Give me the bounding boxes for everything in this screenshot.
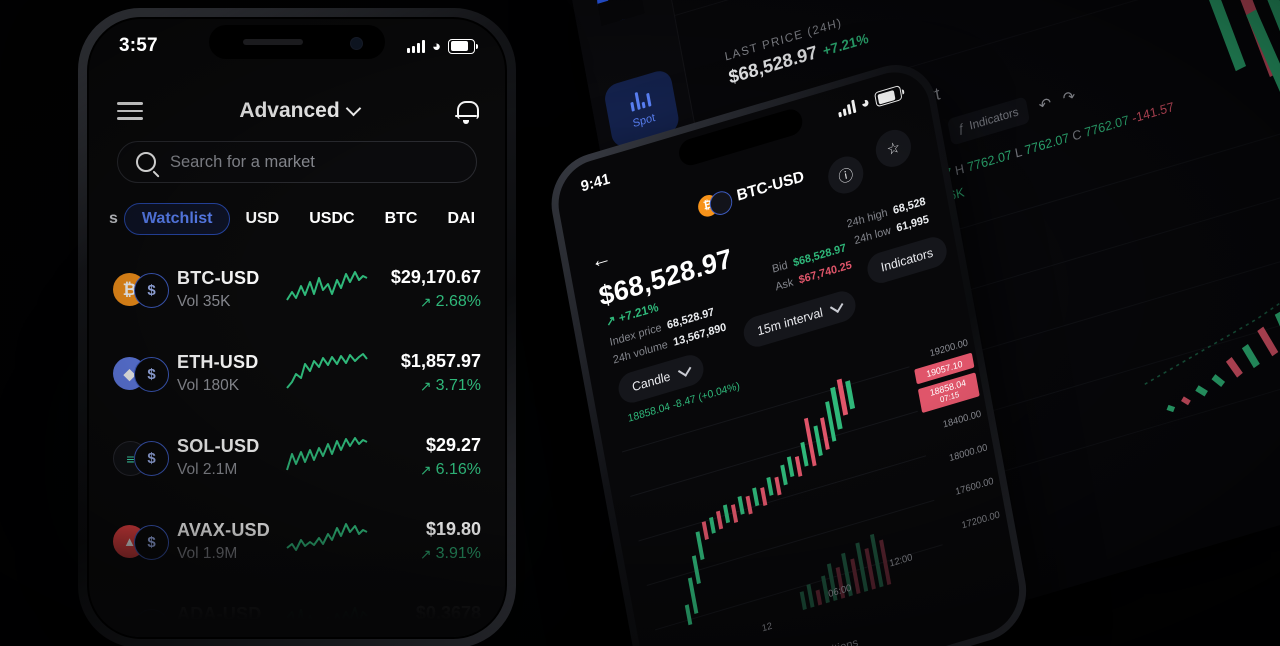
candle-type-label: Candle bbox=[630, 369, 672, 395]
coinbase-logo-icon bbox=[593, 0, 645, 27]
tab-usd[interactable]: USD bbox=[230, 210, 294, 228]
btc-pair-icon: ₿ bbox=[695, 188, 734, 219]
sparkline-chart bbox=[286, 607, 368, 633]
market-volume: Vol 1.9M bbox=[177, 544, 238, 562]
notification-bell-icon[interactable] bbox=[455, 99, 479, 124]
table-row[interactable]: ◆ $ ETH-USD Vol 180K $1,857.97 ↗ 3.71% bbox=[89, 331, 505, 415]
table-row[interactable]: ≡ $ SOL-USD Vol 2.1M $29.27 ↗ 6.16% bbox=[89, 415, 505, 499]
pair-icon-group: ● $ bbox=[113, 605, 169, 637]
y-axis-label: 17200.00 bbox=[960, 509, 1001, 532]
chevron-down-icon bbox=[829, 298, 844, 313]
x-axis-label: 12 bbox=[760, 620, 774, 635]
pair-icon-group: ◆ $ bbox=[113, 353, 169, 393]
arrow-up-icon: ↗ bbox=[419, 545, 432, 562]
phone2-status-time: 9:41 bbox=[579, 170, 612, 196]
tab-eth[interactable]: ETH bbox=[490, 210, 505, 228]
market-volume: Vol 7.9M bbox=[177, 628, 238, 639]
y-axis-label: 18000.00 bbox=[948, 442, 989, 465]
phone2-pair-label: BTC-USD bbox=[735, 168, 806, 205]
phone2-screen: 9:41 ◕ ₿ BTC-USD ← ⓘ ☆ $68,528.97 ↗ +7.2… bbox=[551, 62, 1026, 646]
phone-device-watchlist: 3:57 ◕ Advanced Search for a market s Wa… bbox=[78, 8, 516, 646]
market-filter-tabs: s Watchlist USD USDC BTC DAI ETH bbox=[89, 203, 505, 235]
promo-composite: Spot Futures ₿ BTC-USD ★ bbox=[0, 0, 1280, 646]
market-change: ↗ 3.91% bbox=[419, 545, 481, 562]
wifi-icon: ◕ bbox=[431, 37, 441, 55]
usd-coin-icon: $ bbox=[134, 609, 169, 637]
page-title-group[interactable]: Advanced bbox=[239, 99, 361, 123]
tab-dai[interactable]: DAI bbox=[432, 210, 490, 228]
market-list: ₿ $ BTC-USD Vol 35K $29,170.67 ↗ 2.68% ◆… bbox=[89, 247, 505, 637]
market-symbol: ETH-USD bbox=[177, 351, 259, 372]
arrow-up-icon: ↗ bbox=[419, 629, 432, 639]
indicators-label: Indicators bbox=[879, 245, 935, 275]
sparkline-chart bbox=[286, 271, 368, 301]
usd-coin-icon: $ bbox=[134, 357, 169, 392]
tab-overflow-left[interactable]: s bbox=[109, 210, 124, 228]
sidebar-item-spot-label: Spot bbox=[631, 111, 657, 130]
sparkline-chart bbox=[286, 353, 368, 389]
market-symbol: BTC-USD bbox=[177, 267, 260, 288]
market-price: $0.3678 bbox=[415, 603, 481, 623]
tab-usdc[interactable]: USDC bbox=[294, 210, 369, 228]
signal-bars-icon bbox=[837, 99, 857, 118]
indicators-dropdown[interactable]: Indicators bbox=[864, 233, 950, 287]
tab-watchlist[interactable]: Watchlist bbox=[123, 203, 231, 235]
market-change: ↗ 3.71% bbox=[419, 377, 481, 394]
market-symbol: SOL-USD bbox=[177, 435, 260, 456]
chevron-down-icon bbox=[345, 100, 361, 117]
sparkline-chart bbox=[286, 523, 368, 551]
interval-dropdown[interactable]: 15m interval bbox=[741, 287, 859, 351]
phone1-screen: 3:57 ◕ Advanced Search for a market s Wa… bbox=[87, 17, 507, 639]
market-price: $29.27 bbox=[425, 435, 481, 455]
tab-positions[interactable]: Positions bbox=[812, 637, 859, 646]
search-icon bbox=[136, 152, 156, 172]
battery-icon bbox=[448, 38, 478, 54]
market-symbol: ADA-USD bbox=[177, 603, 262, 624]
hamburger-menu-icon[interactable] bbox=[117, 102, 143, 120]
market-price: $19.80 bbox=[425, 519, 481, 539]
y-axis-label: 17600.00 bbox=[954, 475, 995, 498]
pair-icon-group: ₿ $ bbox=[113, 269, 169, 309]
arrow-up-icon: ↗ bbox=[419, 461, 432, 478]
wifi-icon: ◕ bbox=[859, 93, 872, 113]
signal-bars-icon bbox=[406, 39, 425, 53]
table-row[interactable]: ₿ $ BTC-USD Vol 35K $29,170.67 ↗ 2.68% bbox=[89, 247, 505, 331]
spot-bars-icon bbox=[629, 88, 652, 112]
pair-icon-group: ≡ $ bbox=[113, 437, 169, 477]
market-price: $1,857.97 bbox=[400, 351, 481, 371]
market-price: $29,170.67 bbox=[390, 267, 481, 287]
search-bar[interactable]: Search for a market bbox=[117, 141, 477, 183]
market-volume: Vol 2.1M bbox=[177, 460, 238, 478]
phone2-price: $68,528.97 bbox=[596, 242, 735, 312]
usd-coin-icon: $ bbox=[134, 273, 169, 308]
page-title: Advanced bbox=[239, 99, 340, 122]
interval-label: 15m interval bbox=[756, 305, 825, 339]
stat-delta: +7.21% bbox=[821, 30, 870, 59]
sparkline-chart bbox=[286, 437, 368, 471]
market-change: ↗ 2.68% bbox=[419, 293, 481, 310]
usd-coin-icon: $ bbox=[134, 525, 169, 560]
market-volume: Vol 180K bbox=[177, 376, 240, 394]
market-change: ↗ 1.32% bbox=[375, 629, 481, 639]
phone1-app-header: Advanced bbox=[89, 83, 505, 139]
battery-icon bbox=[873, 84, 903, 108]
table-row[interactable]: ▲ $ AVAX-USD Vol 1.9M $19.80 ↗ 3.91% bbox=[89, 499, 505, 583]
arrow-up-icon: ↗ bbox=[419, 377, 432, 394]
usd-coin-icon: $ bbox=[134, 441, 169, 476]
chevron-down-icon bbox=[677, 362, 692, 377]
tab-btc[interactable]: BTC bbox=[370, 210, 433, 228]
status-time: 3:57 bbox=[119, 35, 158, 56]
table-row[interactable]: ● $ ADA-USD Vol 7.9M $0.3678 ↗ 1.32% bbox=[89, 583, 505, 639]
phone1-status-bar: 3:57 ◕ bbox=[89, 31, 505, 61]
market-volume: Vol 35K bbox=[177, 292, 231, 310]
arrow-up-icon: ↗ bbox=[419, 293, 432, 310]
pair-icon-group: ▲ $ bbox=[113, 521, 169, 561]
y-axis-label: 18400.00 bbox=[942, 408, 983, 431]
market-symbol: AVAX-USD bbox=[177, 519, 270, 540]
market-change: ↗ 6.16% bbox=[419, 461, 481, 478]
search-input[interactable]: Search for a market bbox=[170, 153, 315, 172]
